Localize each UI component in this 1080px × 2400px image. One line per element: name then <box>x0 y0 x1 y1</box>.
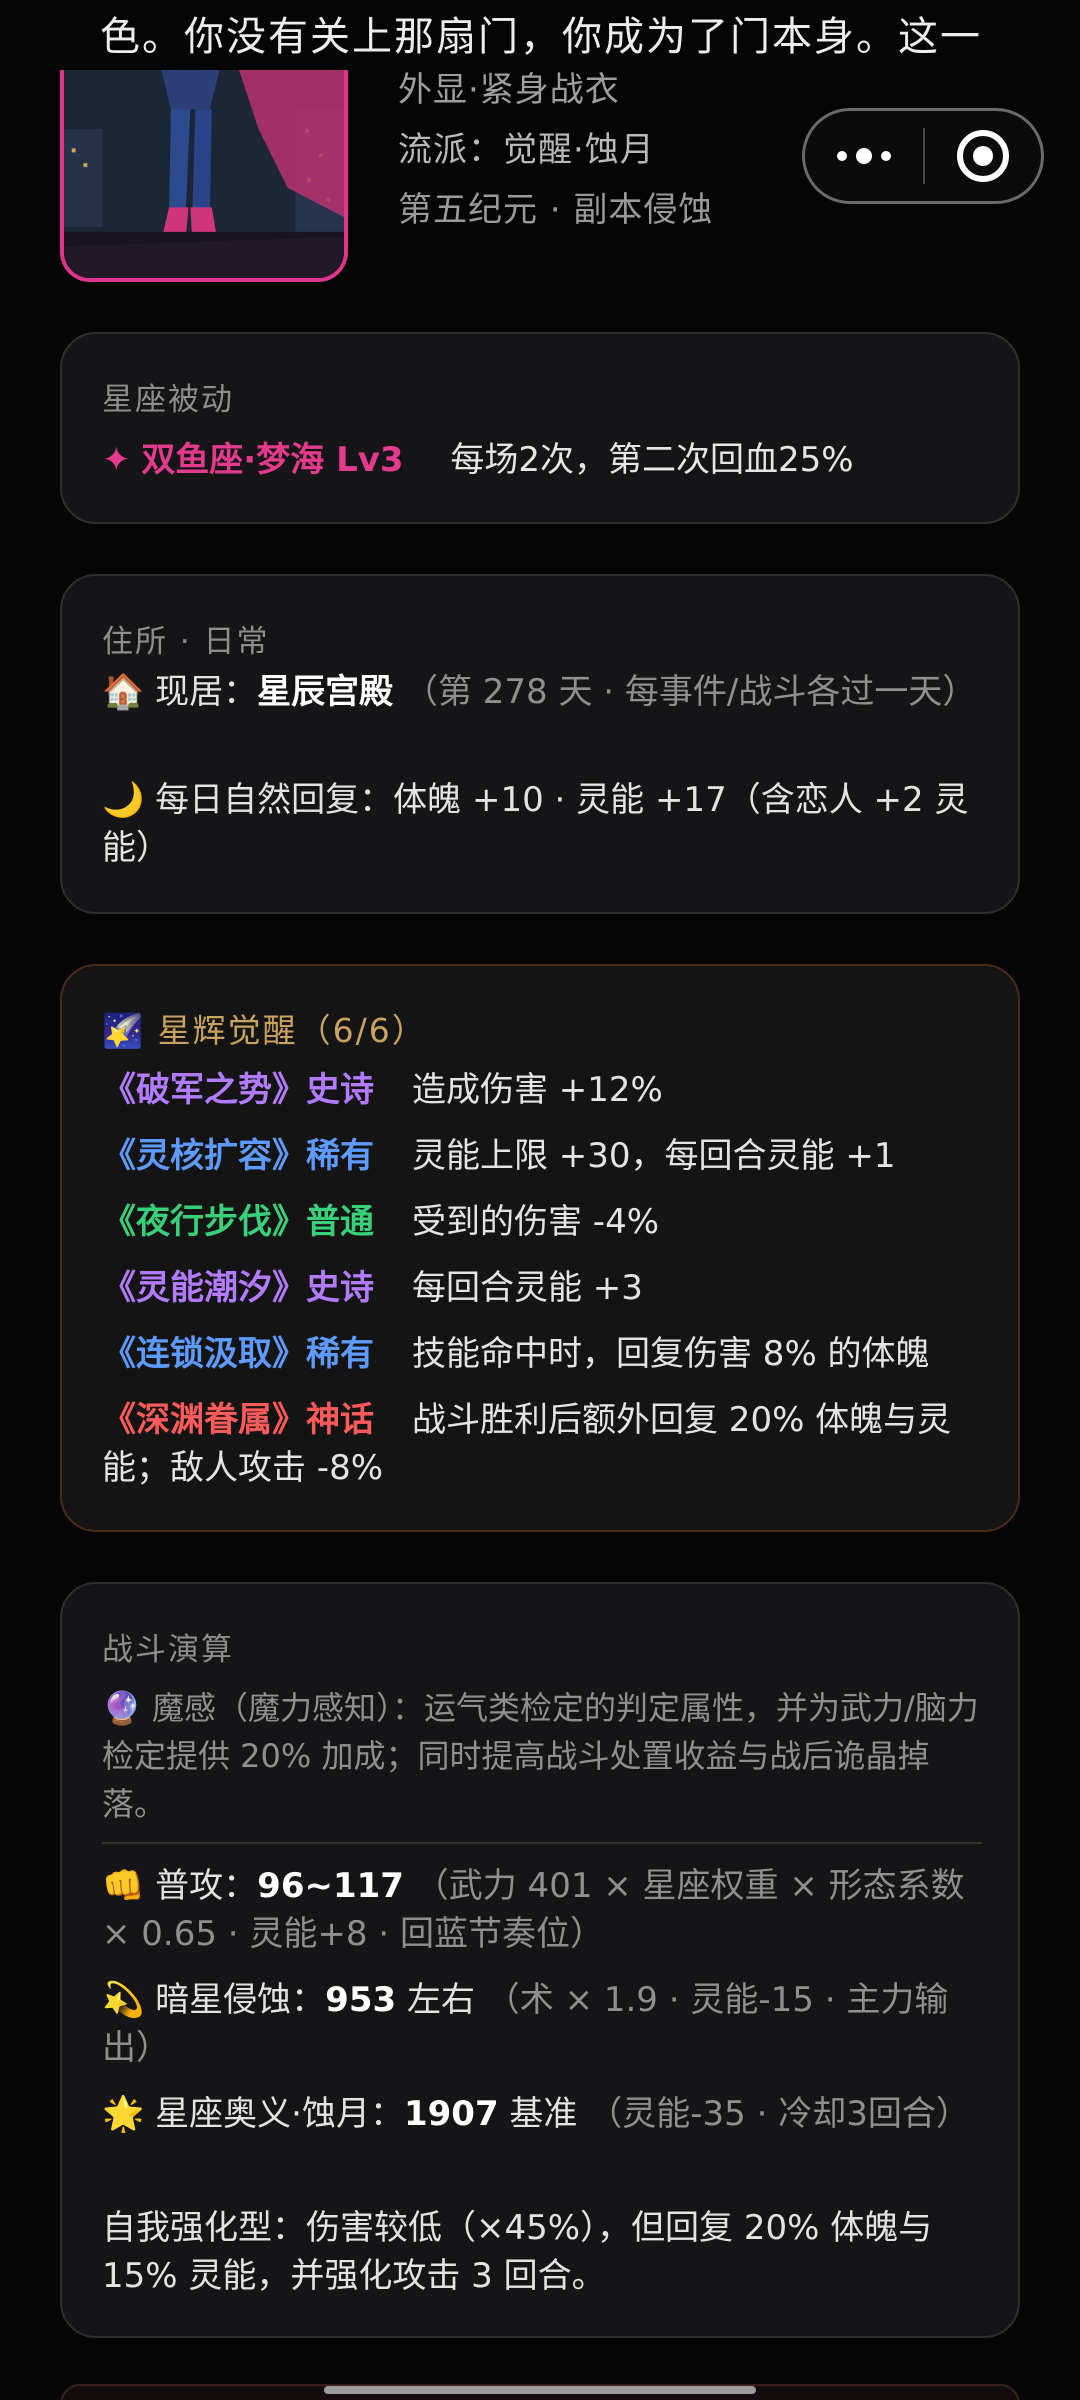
awakening-tag: 《灵能潮汐》史诗 <box>102 1268 374 1308</box>
awakening-item: 《灵核扩容》稀有 灵能上限 +30，每回合灵能 +1 <box>102 1132 992 1180</box>
sparkle-icon: ✦ <box>102 440 131 480</box>
awakening-item: 《灵能潮汐》史诗 每回合灵能 +3 <box>102 1264 992 1312</box>
attack-value: 953 <box>325 1980 397 2020</box>
magic-sense-text: 魔感（魔力感知）：运气类检定的判定属性，并为武力/脑力检定提供 20% 加成；同… <box>102 1689 979 1823</box>
residence-home-line: 🏠 现居：星辰宫殿 （第 278 天 · 每事件/战斗各过一天） <box>102 668 982 716</box>
awakening-item: 《连锁汲取》稀有 技能命中时，回复伤害 8% 的体魄 <box>102 1330 992 1378</box>
glowing-star-icon: 🌟 <box>102 2094 145 2134</box>
residence-card: 住所 · 日常 🏠 现居：星辰宫殿 （第 278 天 · 每事件/战斗各过一天）… <box>60 574 1020 914</box>
story-text-fragment: 色。你没有关上那扇门，你成为了门本身。这一 <box>100 14 982 60</box>
profile-school: 流派：觉醒·蚀月 <box>398 130 655 170</box>
character-avatar[interactable] <box>60 70 348 282</box>
avatar-illustration <box>64 70 344 278</box>
home-indicator[interactable] <box>324 2386 756 2394</box>
constellation-card: 星座被动 ✦ 双鱼座·梦海 Lv3 每场2次，第二次回血25% <box>60 332 1020 524</box>
awakening-tag: 《破军之势》史诗 <box>102 1070 374 1110</box>
magic-sense-desc: 🔮 魔感（魔力感知）：运气类检定的判定属性，并为武力/脑力检定提供 20% 加成… <box>102 1684 982 1828</box>
moon-icon: 🌙 <box>102 780 145 820</box>
awakening-desc: 受到的伤害 -4% <box>412 1202 660 1242</box>
home-note: （第 278 天 · 每事件/战斗各过一天） <box>403 672 977 712</box>
awakening-tag: 《深渊眷属》神话 <box>102 1400 374 1440</box>
residence-regen-line: 🌙 每日自然回复：体魄 +10 · 灵能 +17（含恋人 +2 灵能） <box>102 776 982 872</box>
divider <box>102 1842 982 1844</box>
attack-normal: 👊 普攻：96~117 （武力 401 × 星座权重 × 形态系数 × 0.65… <box>102 1862 982 1958</box>
regen-text: 每日自然回复：体魄 +10 · 灵能 +17（含恋人 +2 灵能） <box>102 780 969 868</box>
residence-card-title: 住所 · 日常 <box>102 624 270 660</box>
profile-era: 第五纪元 · 副本侵蚀 <box>398 190 714 230</box>
attack-label: 星座奥义·蚀月： <box>155 2094 404 2134</box>
fist-icon: 👊 <box>102 1866 145 1906</box>
awakening-tag: 《夜行步伐》普通 <box>102 1202 374 1242</box>
awakening-desc: 灵能上限 +30，每回合灵能 +1 <box>412 1136 896 1176</box>
awakening-desc: 技能命中时，回复伤害 8% 的体魄 <box>412 1334 930 1374</box>
dizzy-star-icon: 💫 <box>102 1980 145 2020</box>
home-name: 星辰宫殿 <box>257 672 394 712</box>
awakening-item: 《夜行步伐》普通 受到的伤害 -4% <box>102 1198 992 1246</box>
constellation-desc: 每场2次，第二次回血25% <box>450 440 854 480</box>
attack-suffix: 左右 <box>396 1980 475 2020</box>
more-dots-icon[interactable] <box>805 111 923 201</box>
awakening-card: 🌠 星辉觉醒（6/6） 《破军之势》史诗 造成伤害 +12% 《灵核扩容》稀有 灵能… <box>60 964 1020 1532</box>
attack-label: 普攻： <box>155 1866 258 1906</box>
profile-outfit: 外显·紧身战衣 <box>398 70 620 110</box>
awakening-tag: 《连锁汲取》稀有 <box>102 1334 374 1374</box>
awakening-tag: 《灵核扩容》稀有 <box>102 1136 374 1176</box>
attack-suffix: 基准 <box>498 2094 578 2134</box>
constellation-card-title: 星座被动 <box>102 382 234 418</box>
miniprogram-capsule <box>802 108 1044 204</box>
crystal-ball-icon: 🔮 <box>102 1689 142 1727</box>
self-buff-desc: 自我强化型：伤害较低（×45%），但回复 20% 体魄与 15% 灵能，并强化攻… <box>102 2208 933 2296</box>
attack-dark-star: 💫 暗星侵蚀：953 左右 （术 × 1.9 · 灵能-15 · 主力输出） <box>102 1976 982 2072</box>
attack-note: （灵能-35 · 冷却3回合） <box>588 2094 970 2134</box>
attack-ultimate: 🌟 星座奥义·蚀月：1907 基准 （灵能-35 · 冷却3回合） <box>102 2090 982 2138</box>
home-label: 现居： <box>155 672 258 712</box>
awakening-desc: 造成伤害 +12% <box>412 1070 663 1110</box>
house-icon: 🏠 <box>102 672 145 712</box>
awakening-item: 《深渊眷属》神话 战斗胜利后额外回复 20% 体魄与灵能；敌人攻击 -8% <box>102 1396 992 1492</box>
constellation-name: 双鱼座·梦海 Lv3 <box>141 440 404 480</box>
awakening-item: 《破军之势》史诗 造成伤害 +12% <box>102 1066 992 1114</box>
awakening-card-title: 🌠 星辉觉醒（6/6） <box>102 1004 427 1052</box>
attack-value: 1907 <box>403 2094 499 2134</box>
page: 色。你没有关上那扇门，你成为了门本身。这一 外显·紧身战衣 流派：觉醒·蚀月 第… <box>0 0 1080 2400</box>
awakening-title: 星辉觉醒（6/6） <box>157 1011 427 1050</box>
constellation-line: ✦ 双鱼座·梦海 Lv3 每场2次，第二次回血25% <box>102 436 982 484</box>
battle-calc-card: 战斗演算 🔮 魔感（魔力感知）：运气类检定的判定属性，并为武力/脑力检定提供 2… <box>60 1582 1020 2338</box>
attack-value: 96~117 <box>257 1866 404 1906</box>
battle-card-title: 战斗演算 <box>102 1632 234 1668</box>
record-close-icon[interactable] <box>925 111 1041 201</box>
attack-label: 暗星侵蚀： <box>155 1980 326 2020</box>
awakening-desc: 每回合灵能 +3 <box>412 1268 643 1308</box>
shooting-star-icon: 🌠 <box>102 1011 146 1050</box>
